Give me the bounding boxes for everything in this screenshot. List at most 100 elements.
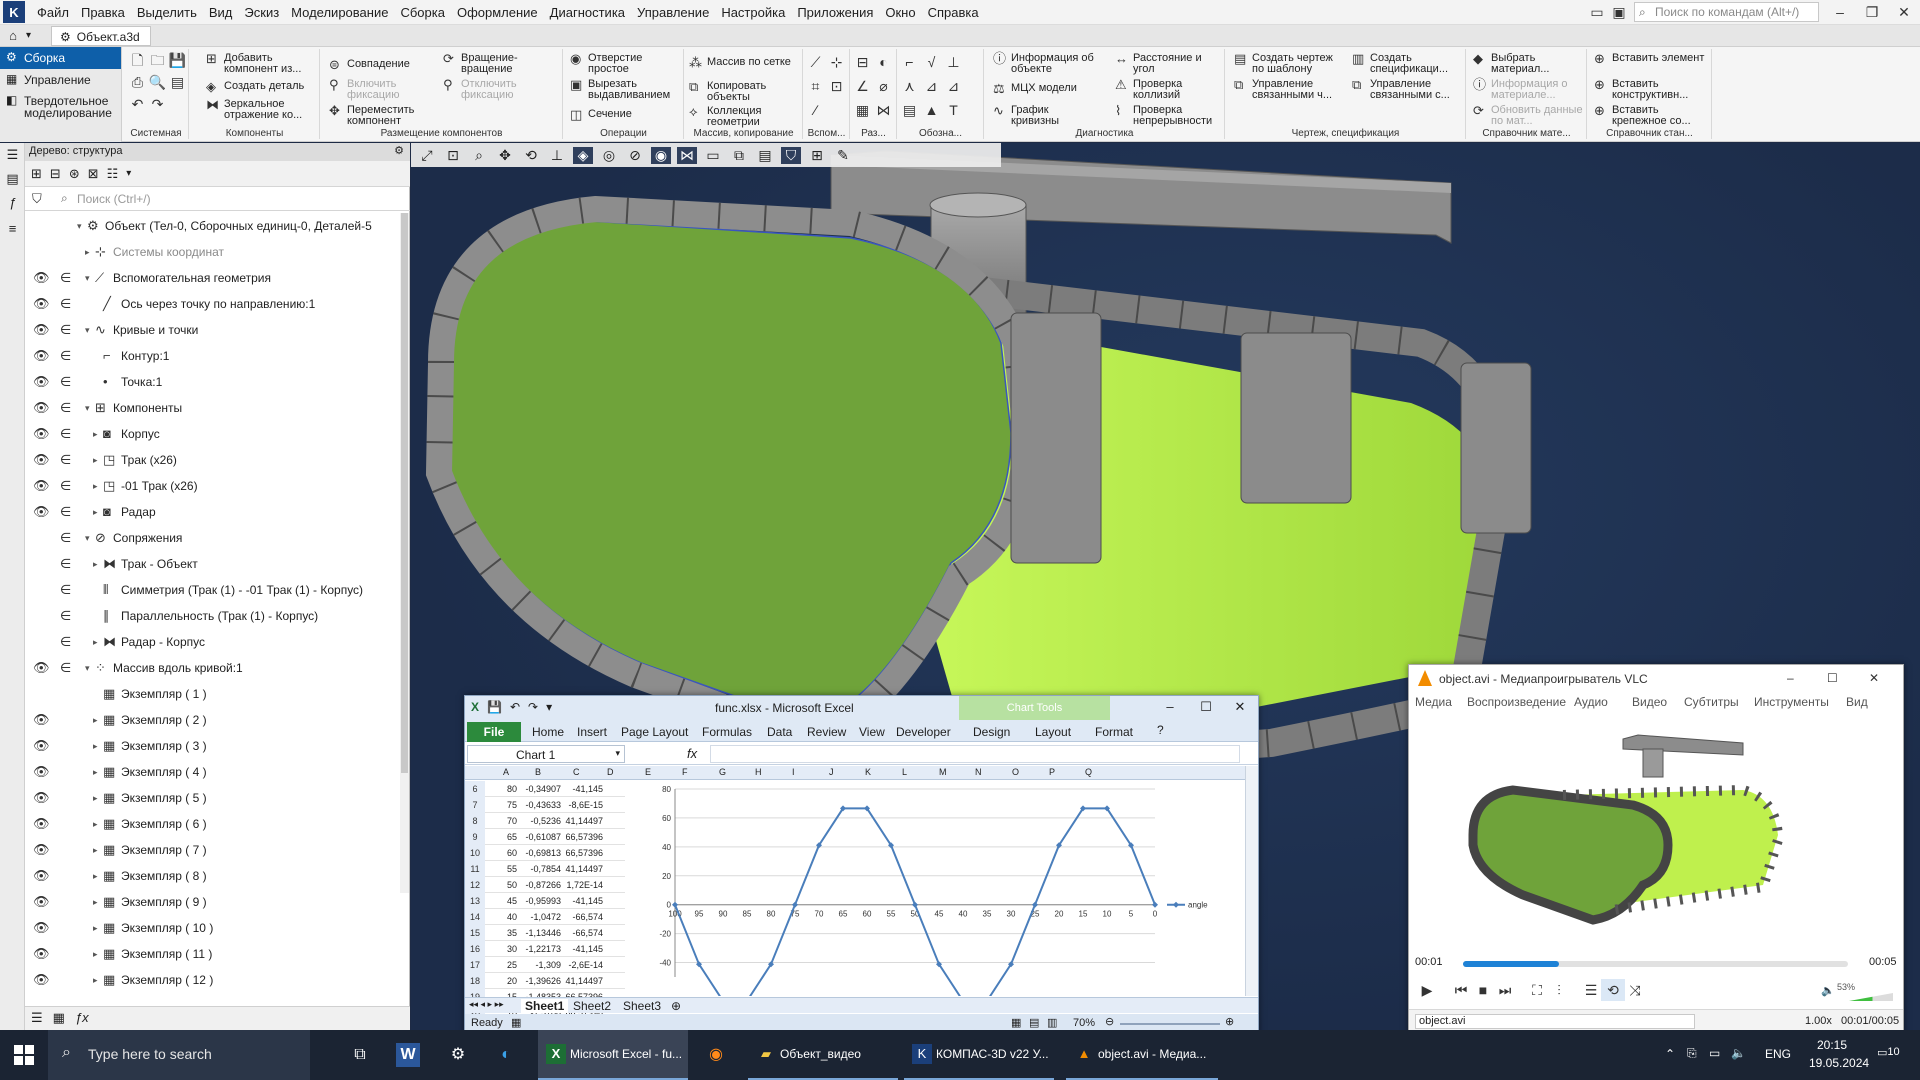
row-number[interactable]: 6 [465,781,485,797]
cell-a[interactable]: 40 [487,909,517,925]
expand-icon[interactable]: ▸ [93,499,98,525]
cell-b[interactable]: -0,34907 [515,781,561,797]
variables-icon[interactable]: ƒ [4,195,21,212]
cell-a[interactable]: 25 [487,957,517,973]
vlc-shuffle-icon[interactable]: ⤨ [1623,979,1647,1001]
word-icon[interactable]: W [396,1043,420,1067]
excel-line-chart[interactable]: 806040200-20-40100 95 90 85 80 75 70 65 60 55 50 45… [645,781,1245,996]
update-material-button[interactable]: ⟳ Обновить данные по мат... [1471,104,1583,127]
expand-icon[interactable]: ▸ [93,551,98,577]
cell-a[interactable]: 70 [487,813,517,829]
line-icon[interactable]: ∕ [806,101,825,120]
tree-item[interactable]: 👁 ∈ • Точка:1 [25,369,400,395]
sheet-row[interactable]: 6 80 -0,34907 -41,145 [465,781,625,797]
excel-save-icon[interactable]: 💾 [487,700,502,714]
menu-item[interactable]: Настройка [715,0,791,25]
row-number[interactable]: 7 [465,797,485,813]
menu-item[interactable]: Управление [631,0,715,25]
visibility-eye-icon[interactable]: 👁 [33,265,50,291]
vlc-menu-item[interactable]: Аудио [1574,695,1608,709]
point-icon[interactable]: ⊡ [827,77,846,96]
hole-button[interactable]: ◉ Отверстие простое [568,52,680,75]
taskbar-app-excel[interactable]: X Microsoft Excel - fu... [538,1030,688,1080]
sheet-tab-1[interactable]: Sheet1 [521,999,569,1013]
zoom-in-icon[interactable]: ⊕ [1225,1015,1234,1028]
tree-footer-table-icon[interactable]: ▦ [53,1010,65,1030]
tray-date[interactable]: 19.05.2024 [1809,1056,1869,1070]
cell-c[interactable]: -66,574 [557,909,603,925]
add-component-button[interactable]: ⊞ Добавить компонент из... [204,52,319,75]
axis-icon[interactable]: ⊹ [827,53,846,72]
vlc-minimize-button[interactable]: – [1787,671,1794,685]
properties-icon[interactable]: ▤ [4,171,21,188]
vlc-window[interactable]: object.avi - Медиапроигрыватель VLC – ☐ … [1408,664,1904,1035]
cell-b[interactable]: -1,39626 [515,973,561,989]
diam-dim-icon[interactable]: ⌀ [874,77,893,96]
include-icon[interactable]: ∈ [60,291,71,317]
mcx-button[interactable]: ⚖ МЦХ модели [991,82,1077,95]
column-header[interactable]: M [939,767,947,777]
open-icon[interactable]: 🗀 [148,51,167,70]
text-icon[interactable]: T [944,101,963,120]
cell-a[interactable]: 65 [487,829,517,845]
column-header[interactable]: D [607,767,614,777]
kompas-logo-icon[interactable]: K [3,1,25,23]
cell-c[interactable]: -41,145 [557,941,603,957]
excel-formula-input[interactable] [710,745,1240,763]
visibility-eye-icon[interactable]: 👁 [33,863,50,889]
windows-start-icon[interactable] [14,1045,34,1065]
preview-icon[interactable]: 🔍 [148,73,167,92]
vlc-menu-item[interactable]: Медиа [1415,695,1452,709]
excel-customize-icon[interactable]: ▾ [546,700,552,714]
row-number[interactable]: 13 [465,893,485,909]
tray-time[interactable]: 20:15 [1817,1038,1847,1052]
tree-structure-icon[interactable]: ⊟ [50,166,61,182]
view-frame-icon[interactable]: ▭ [703,147,723,164]
vlc-close-button[interactable]: ✕ [1869,671,1879,685]
cell-b[interactable]: -1,0472 [515,909,561,925]
vlc-speed[interactable]: 1.00x [1805,1015,1832,1027]
mode-assembly[interactable]: ⚙ Сборка [0,47,121,69]
include-icon[interactable]: ∈ [60,447,71,473]
row-number[interactable]: 10 [465,845,485,861]
view-visibility-icon[interactable]: ◉ [651,146,671,164]
object-info-button[interactable]: ⓘ Информация об объекте [991,52,1101,75]
column-header[interactable]: G [719,767,726,777]
view-filter-icon[interactable]: ⛉ [781,146,801,164]
vlc-menu-item[interactable]: Вид [1846,695,1868,709]
enable-fix-button[interactable]: ⚲ Включить фиксацию [327,78,412,101]
excel-tab-design[interactable]: Design [973,725,1010,739]
expand-icon[interactable]: ▸ [93,915,98,941]
mark-icon[interactable]: ▲ [922,101,941,120]
column-header[interactable]: L [902,767,907,777]
vlc-prev-icon[interactable]: ⏮ [1449,979,1473,1001]
vlc-loop-icon[interactable]: ⟲ [1601,979,1625,1001]
excel-help-icon[interactable]: ? [1157,723,1164,737]
menu-item[interactable]: Окно [879,0,921,25]
tab-dropdown-icon[interactable]: ▾ [26,30,31,41]
mirror-component-button[interactable]: ⧓ Зеркальное отражение ко... [204,98,319,121]
row-number[interactable]: 8 [465,813,485,829]
vlc-stop-icon[interactable]: ■ [1471,979,1495,1001]
select-material-button[interactable]: ◆ Выбрать материал... [1471,52,1583,75]
view-zoom-icon[interactable]: ⌕ [469,147,489,164]
visibility-eye-icon[interactable]: 👁 [33,707,50,733]
visibility-eye-icon[interactable]: 👁 [33,759,50,785]
tree-item[interactable]: 👁 ▸ ▦ Экземпляр ( 2 ) [25,707,400,733]
column-header[interactable]: A [503,767,509,777]
view-snapshot-icon[interactable]: ▤ [755,147,775,164]
visibility-eye-icon[interactable]: 👁 [33,915,50,941]
geometry-collection-button[interactable]: ⟡ Коллекция геометрии [687,105,799,128]
coincidence-button[interactable]: ⊜ Совпадение [327,58,410,71]
cell-c[interactable]: -8,6E-15 [557,797,603,813]
include-icon[interactable]: ∈ [60,317,71,343]
menu-item[interactable]: Сборка [394,0,451,25]
view-rotate-icon[interactable]: ⟲ [521,147,541,164]
view-copy-icon[interactable]: ⧉ [729,147,749,164]
collapse-icon[interactable]: ▾ [85,395,90,421]
menu-item[interactable]: Диагностика [544,0,631,25]
menu-item[interactable]: Выделить [131,0,203,25]
screenshot-icon[interactable]: ▣ [1602,0,1636,25]
excel-maximize-button[interactable]: ☐ [1191,699,1221,715]
cell-c[interactable]: 66,57396 [557,845,603,861]
